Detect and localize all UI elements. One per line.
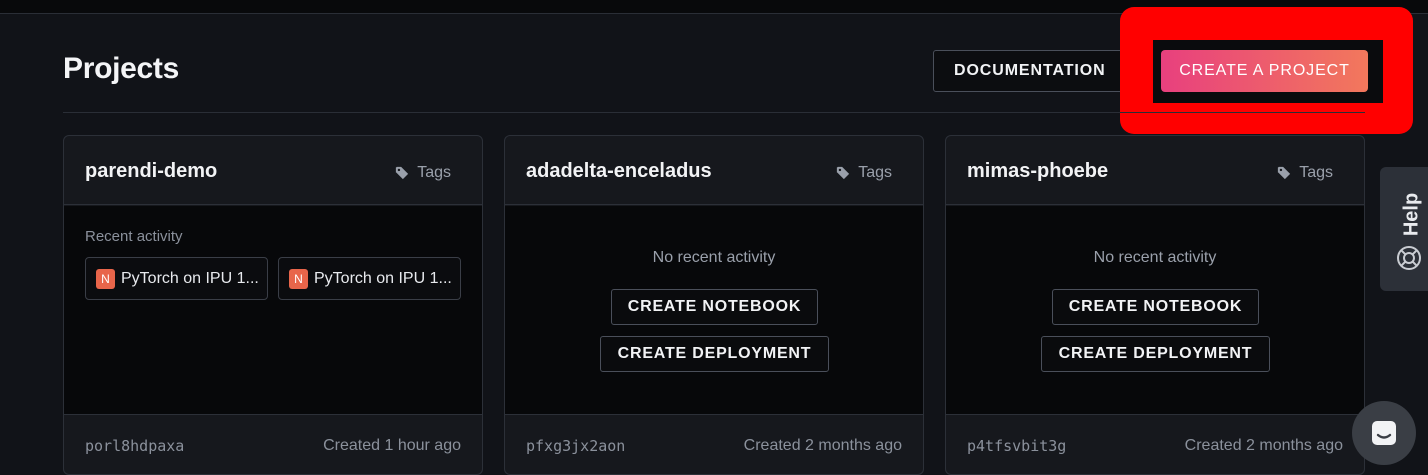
create-notebook-button[interactable]: CREATE NOTEBOOK (1052, 289, 1259, 325)
created-time: Created 2 months ago (743, 437, 902, 454)
header-divider (63, 112, 1365, 113)
card-body: No recent activity CREATE NOTEBOOK CREAT… (946, 206, 1364, 415)
chat-launcher-button[interactable] (1352, 401, 1416, 465)
create-notebook-button[interactable]: CREATE NOTEBOOK (611, 289, 818, 325)
tags-button[interactable]: Tags (395, 164, 451, 182)
activity-label: PyTorch on IPU 1... (121, 269, 259, 287)
tags-button[interactable]: Tags (836, 164, 892, 182)
project-id: p4tfsvbit3g (967, 437, 1067, 455)
project-name[interactable]: adadelta-enceladus (526, 160, 712, 183)
project-card[interactable]: parendi-demo Tags Recent activity N PyTo… (63, 135, 483, 475)
tag-icon (396, 166, 409, 180)
activity-item[interactable]: N PyTorch on IPU 1... (85, 257, 268, 300)
no-activity-text: No recent activity (1093, 249, 1217, 266)
create-project-button[interactable]: CREATE A PROJECT (1161, 50, 1368, 92)
create-deployment-button[interactable]: CREATE DEPLOYMENT (1041, 336, 1270, 372)
tags-label: Tags (1299, 164, 1333, 181)
project-card[interactable]: adadelta-enceladus Tags No recent activi… (504, 135, 924, 475)
help-tab[interactable]: Help (1380, 167, 1428, 291)
create-deployment-button[interactable]: CREATE DEPLOYMENT (600, 336, 829, 372)
card-header: parendi-demo Tags (64, 136, 482, 205)
tag-icon (1278, 166, 1291, 180)
no-activity-text: No recent activity (652, 249, 776, 266)
page-title: Projects (63, 52, 179, 85)
project-name[interactable]: parendi-demo (85, 160, 217, 183)
card-body: No recent activity CREATE NOTEBOOK CREAT… (505, 206, 923, 415)
documentation-button[interactable]: DOCUMENTATION ▤ (933, 50, 1143, 92)
recent-activity-label: Recent activity (85, 228, 183, 245)
lifebuoy-icon (1397, 246, 1421, 270)
card-body: Recent activity N PyTorch on IPU 1... N … (64, 206, 482, 415)
notebook-icon: N (289, 268, 308, 289)
project-id: porl8hdpaxa (85, 437, 185, 455)
created-time: Created 1 hour ago (323, 437, 461, 454)
card-header: adadelta-enceladus Tags (505, 136, 923, 205)
chat-icon (1372, 421, 1396, 445)
project-id: pfxg3jx2aon (526, 437, 626, 455)
project-name[interactable]: mimas-phoebe (967, 160, 1108, 183)
activity-label: PyTorch on IPU 1... (314, 269, 452, 287)
notebook-icon: N (96, 268, 115, 289)
tags-label: Tags (858, 164, 892, 181)
tags-label: Tags (417, 164, 451, 181)
card-footer: pfxg3jx2aon Created 2 months ago (505, 416, 923, 474)
help-label: Help (1400, 192, 1423, 237)
tags-button[interactable]: Tags (1277, 164, 1333, 182)
activity-item[interactable]: N PyTorch on IPU 1... (278, 257, 461, 300)
project-card[interactable]: mimas-phoebe Tags No recent activity CRE… (945, 135, 1365, 475)
documentation-label: DOCUMENTATION (954, 62, 1106, 79)
card-footer: porl8hdpaxa Created 1 hour ago (64, 416, 482, 474)
tag-icon (837, 166, 850, 180)
created-time: Created 2 months ago (1184, 437, 1343, 454)
card-footer: p4tfsvbit3g Created 2 months ago (946, 416, 1364, 474)
card-header: mimas-phoebe Tags (946, 136, 1364, 205)
